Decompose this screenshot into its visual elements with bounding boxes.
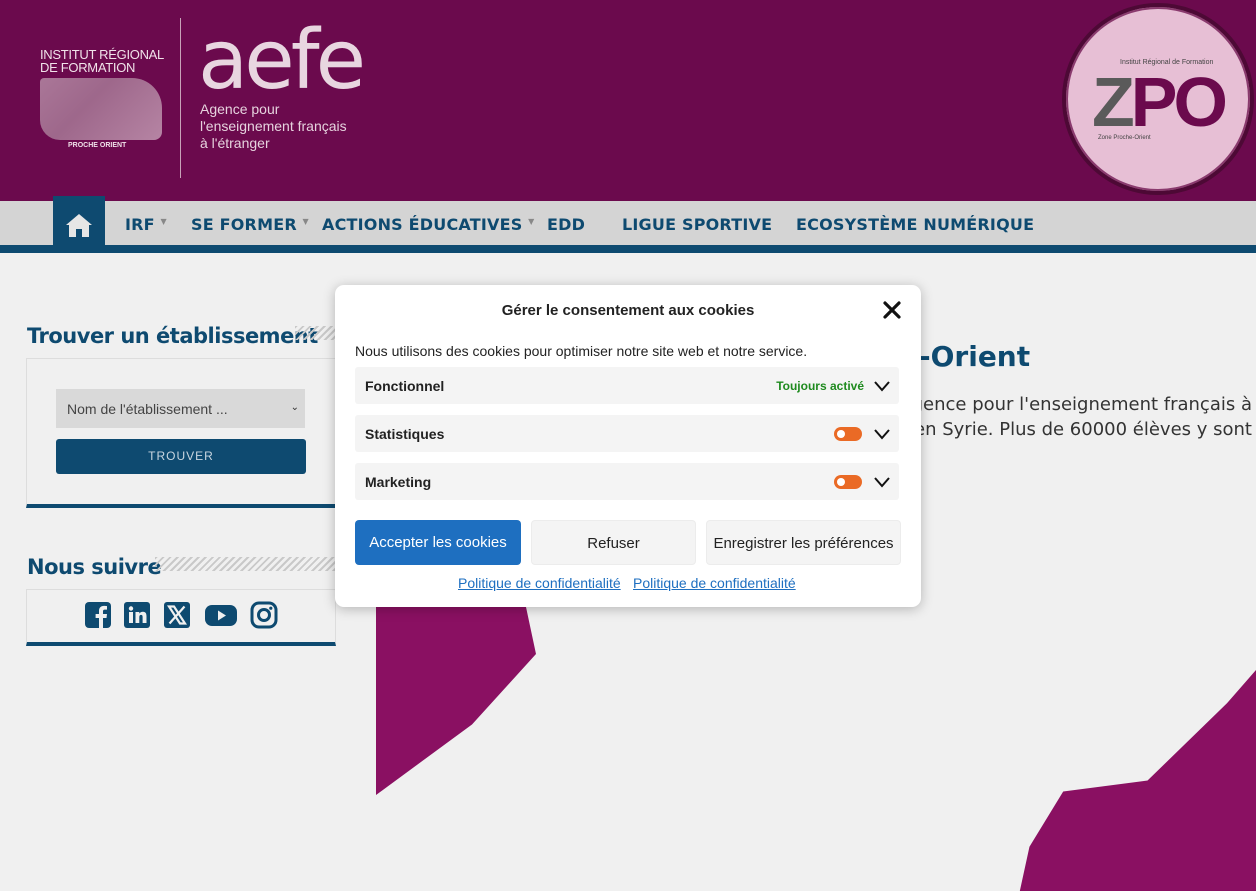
decorative-shape [1019,670,1256,891]
zpo-letter-z: Z [1092,63,1135,141]
privacy-policy-link[interactable]: Politique de confidentialité [633,575,796,591]
nav-item-label: IRF [125,215,155,234]
nav-item-label: ACTIONS ÉDUCATIVES [322,215,523,234]
close-icon[interactable] [881,299,903,321]
youtube-icon[interactable] [204,601,238,629]
main-nav: IRF ▼ SE FORMER ▼ ACTIONS ÉDUCATIVES ▼ EDD … [0,196,1256,253]
title-hatch-decoration [155,557,335,571]
nav-home-button[interactable] [53,196,105,253]
modal-description: Nous utilisons des cookies pour optimise… [355,343,808,359]
zpo-letters: ZPO [1092,67,1228,137]
nav-item-label: LIGUE SPORTIVE [622,215,773,234]
nav-item-actions-educatives[interactable]: ACTIONS ÉDUCATIVES ▼ [322,215,534,234]
zpo-letters-po: PO [1130,63,1228,141]
nav-item-ligue-sportive[interactable]: LIGUE SPORTIVE [622,215,772,234]
find-school-box [26,358,336,508]
irf-logo-line2: DE FORMATION [40,60,136,75]
zpo-bottom-text: Zone Proche-Orient [1098,135,1151,141]
chevron-down-icon[interactable] [874,378,890,394]
intro-text-line2: en Syrie. Plus de 60000 élèves y sont [914,419,1252,440]
logo-divider [180,18,181,178]
cookie-category-statistiques[interactable]: Statistiques [355,415,899,452]
zpo-logo[interactable]: Institut Régional de Formation ZPO Zone … [1062,3,1254,195]
cookie-category-marketing[interactable]: Marketing [355,463,899,500]
accept-cookies-button[interactable]: Accepter les cookies [355,520,521,565]
instagram-icon[interactable] [250,601,278,629]
facebook-icon[interactable] [84,601,112,629]
caret-down-icon: ▼ [160,217,167,226]
site-header: INSTITUT RÉGIONAL DE FORMATION PROCHE OR… [0,0,1256,201]
irf-logo[interactable]: INSTITUT RÉGIONAL DE FORMATION PROCHE OR… [40,48,165,149]
nav-item-label: ECOSYSTÈME NUMÉRIQUE [796,215,1035,234]
cookie-consent-modal: Gérer le consentement aux cookies Nous u… [335,285,921,607]
nav-item-label: EDD [547,215,586,234]
nav-item-ecosysteme-numerique[interactable]: ECOSYSTÈME NUMÉRIQUE [796,215,1034,234]
chevron-down-icon: ⌄ [290,402,299,413]
chevron-down-icon[interactable] [874,474,890,490]
irf-logo-region: PROCHE ORIENT [68,142,127,149]
caret-down-icon: ▼ [528,217,535,226]
category-label: Marketing [365,474,432,490]
always-active-label: Toujours activé [776,379,864,393]
aefe-wordmark: aefe [198,13,366,108]
nav-item-label: SE FORMER [191,215,297,234]
save-preferences-button[interactable]: Enregistrer les préférences [706,520,901,565]
refuse-button[interactable]: Refuser [531,520,696,565]
marketing-toggle[interactable] [834,475,862,489]
intro-text: gence pour l'enseignement français à en … [900,392,1252,442]
map-image [40,78,162,140]
cookie-category-fonctionnel[interactable]: Fonctionnel Toujours activé [355,367,899,404]
follow-us-title: Nous suivre [27,555,162,579]
nav-item-edd[interactable]: EDD [547,215,585,234]
caret-down-icon: ▼ [302,217,309,226]
modal-title: Gérer le consentement aux cookies [501,302,755,319]
statistics-toggle[interactable] [834,427,862,441]
aefe-tagline-3: à l'étranger [200,135,270,151]
privacy-policy-link[interactable]: Politique de confidentialité [458,575,621,591]
title-hatch-decoration [295,326,335,340]
linkedin-icon[interactable] [123,601,151,629]
find-button[interactable]: TROUVER [56,439,306,474]
x-icon[interactable] [163,601,191,629]
select-value: Nom de l'établissement ... [67,401,228,417]
aefe-logo[interactable]: aefe Agence pour l'enseignement français… [198,13,366,153]
home-icon [66,213,92,237]
chevron-down-icon[interactable] [874,426,890,442]
category-label: Fonctionnel [365,378,445,394]
school-name-select[interactable]: Nom de l'établissement ... ⌄ [56,389,305,428]
nav-item-se-former[interactable]: SE FORMER ▼ [191,215,309,234]
find-school-title: Trouver un établissement [27,324,318,348]
category-label: Statistiques [365,426,445,442]
nav-item-irf[interactable]: IRF ▼ [125,215,167,234]
intro-text-line1: gence pour l'enseignement français à [911,394,1252,415]
